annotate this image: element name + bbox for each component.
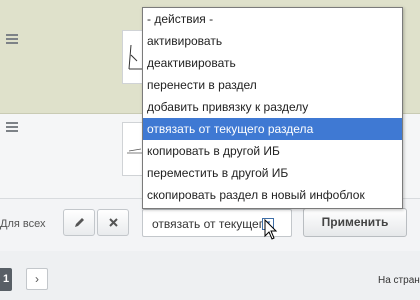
- dropdown-option[interactable]: - действия -: [143, 8, 402, 30]
- dropdown-option[interactable]: активировать: [143, 30, 402, 52]
- per-page-label: На странице: [378, 275, 420, 286]
- action-select-value: отвязать от текущего раздела: [152, 217, 270, 231]
- pencil-icon: [74, 218, 84, 227]
- next-page-button[interactable]: ›: [26, 268, 48, 290]
- dropdown-option[interactable]: добавить привязку к разделу: [143, 96, 402, 118]
- dropdown-option[interactable]: переместить в другой ИБ: [143, 162, 402, 184]
- dropdown-option[interactable]: деактивировать: [143, 52, 402, 74]
- close-icon: [108, 218, 118, 227]
- dropdown-option-highlighted[interactable]: отвязать от текущего раздела: [143, 118, 402, 140]
- dropdown-option[interactable]: копировать в другой ИБ: [143, 140, 402, 162]
- pagination-bar: 1 › На странице: [0, 251, 420, 300]
- drag-handle-icon[interactable]: [6, 34, 18, 46]
- action-dropdown-list[interactable]: - действия - активировать деактивировать…: [142, 7, 403, 209]
- page-current[interactable]: 1: [0, 268, 12, 291]
- mouse-pointer-icon: [264, 219, 278, 240]
- drag-handle-icon[interactable]: [6, 122, 18, 134]
- apply-button[interactable]: Применить: [303, 208, 407, 237]
- for-all-label: Для всех: [0, 218, 46, 230]
- dropdown-option[interactable]: скопировать раздел в новый инфоблок: [143, 184, 402, 206]
- delete-button[interactable]: [97, 209, 129, 236]
- dropdown-option[interactable]: перенести в раздел: [143, 74, 402, 96]
- edit-button[interactable]: [63, 209, 95, 236]
